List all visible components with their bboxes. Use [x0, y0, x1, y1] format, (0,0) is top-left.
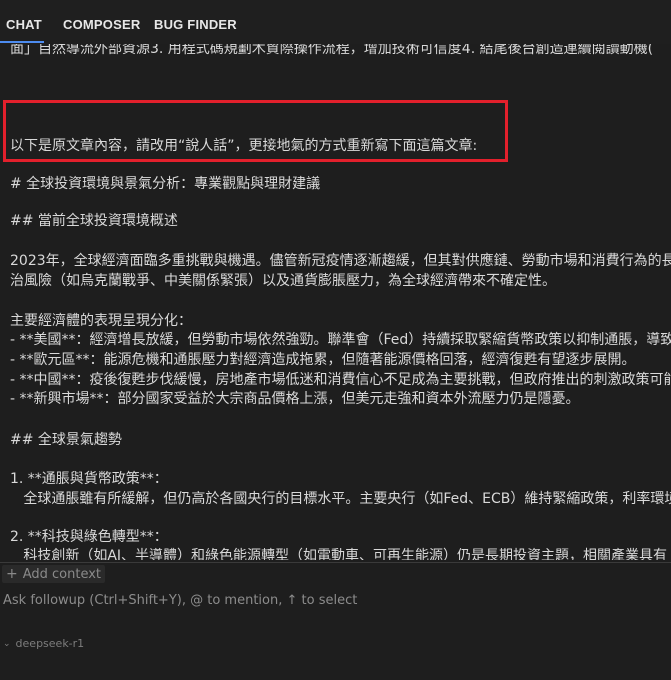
followup-input[interactable]: Ask followup (Ctrl+Shift+Y), @ to mentio… — [3, 593, 357, 608]
paragraph-line: 主要經濟體的表現呈現分化： — [10, 313, 192, 329]
add-context-button[interactable]: + Add context — [2, 565, 106, 583]
chat-messages[interactable]: 面」自然導流外部資源3. 用程式碼規劃木貿際操作流程，增加技術可信度4. 結尾後… — [0, 44, 671, 560]
paragraph-line: 治風險（如烏克蘭戰爭、中美關係緊張）以及通貨膨脹壓力，為全球經濟帶來不確定性。 — [10, 273, 556, 289]
numbered-item-body: 全球通脹雖有所緩解，但仍高於各國央行的目標水平。主要央行（如Fed、ECB）維持… — [10, 491, 671, 507]
chevron-down-icon: ⌄ — [3, 638, 11, 649]
bullet-item: - **新興市場**：部分國家受益於大宗商品價格上漲，但美元走強和資本外流壓力仍… — [10, 391, 580, 407]
model-name: deepseek-r1 — [15, 637, 85, 650]
bullet-item: - **美國**：經濟增長放緩，但勞動市場依然強勁。聯準會（Fed）持續採取緊縮… — [10, 332, 671, 348]
heading-3: ## 全球景氣趨勢 — [10, 432, 122, 448]
tab-chat[interactable]: CHAT — [6, 17, 42, 32]
heading-2: ## 當前全球投資環境概述 — [10, 213, 178, 229]
bullet-item: - **歐元區**：能源危機和通脹壓力對經濟造成拖累，但隨著能源價格回落，經濟復… — [10, 352, 636, 368]
tab-bug-finder[interactable]: BUG FINDER — [154, 17, 237, 32]
numbered-item: 1. **通脹與貨幣政策**： — [10, 471, 168, 487]
plus-icon: + — [6, 566, 18, 582]
numbered-item: 2. **科技與綠色轉型**： — [10, 529, 168, 545]
add-context-label: Add context — [22, 566, 102, 582]
numbered-item-body: 科技創新（如AI、半導體）和綠色能源轉型（如電動車、可再生能源）仍是長期投資主題… — [10, 548, 668, 560]
tab-composer[interactable]: COMPOSER — [63, 17, 140, 32]
model-selector[interactable]: ⌄ deepseek-r1 — [3, 637, 84, 650]
bullet-item: - **中國**：疫後復甦步伐緩慢，房地產市場低迷和消費信心不足成為主要挑戰，但… — [10, 372, 671, 388]
active-tab-indicator — [0, 41, 44, 43]
heading-1: # 全球投資環境與景氣分析：專業觀點與理財建議 — [10, 176, 321, 192]
paragraph-line: 2023年，全球經濟面臨多重挑戰與機遇。儘管新冠疫情逐漸趨緩，但其對供應鏈、勞動… — [10, 253, 671, 269]
message-line: 面」自然導流外部資源3. 用程式碼規劃木貿際操作流程，增加技術可信度4. 結尾後… — [10, 44, 654, 57]
tab-bar: CHAT COMPOSER BUG FINDER — [0, 0, 671, 45]
user-prompt: 以下是原文章內容，請改用“說人話”，更接地氣的方式重新寫下面這篇文章: — [10, 138, 478, 154]
input-divider — [0, 562, 671, 563]
